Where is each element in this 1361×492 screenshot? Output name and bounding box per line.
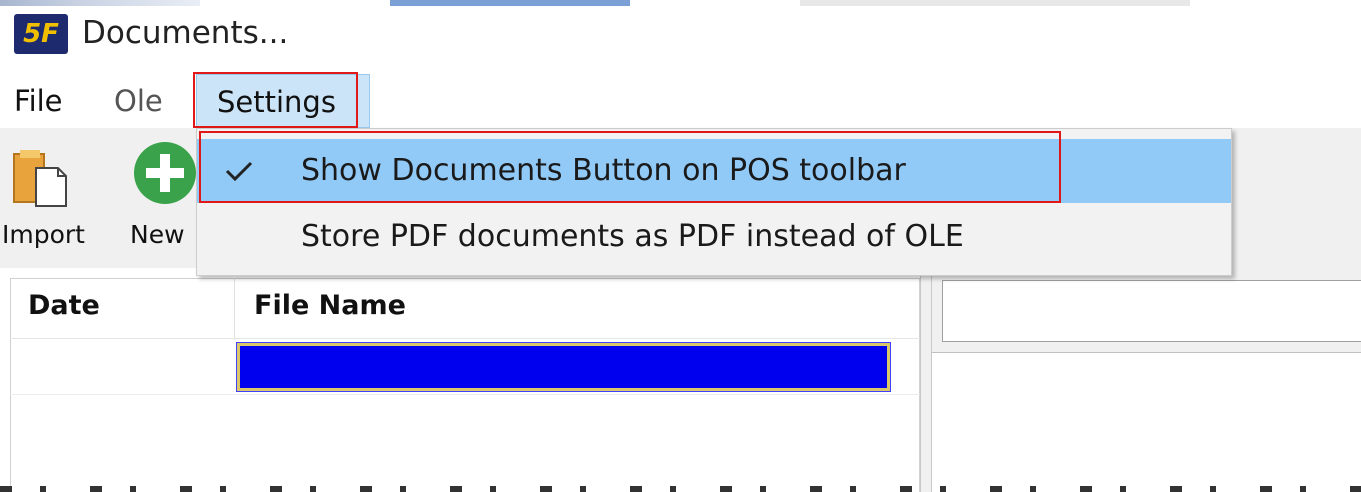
row-separator xyxy=(10,394,920,395)
selected-file-name-cell[interactable] xyxy=(236,342,891,392)
cropped-bottom-text xyxy=(0,486,1361,492)
column-divider xyxy=(234,278,235,340)
menu-item-store-pdf-as-pdf[interactable]: Store PDF documents as PDF instead of OL… xyxy=(197,205,1231,269)
window-title: Documents... xyxy=(82,15,289,51)
background-window-fragment xyxy=(800,0,1190,6)
background-window-fragment xyxy=(0,0,200,6)
header-separator xyxy=(10,338,920,339)
panel-splitter[interactable] xyxy=(920,268,932,492)
background-window-fragment xyxy=(390,0,630,6)
preview-content-area xyxy=(932,352,1361,492)
new-plus-icon[interactable] xyxy=(134,142,196,204)
menu-file[interactable]: File xyxy=(14,74,63,128)
import-icon[interactable] xyxy=(12,148,70,208)
preview-header-box xyxy=(942,280,1361,342)
column-header-file-name[interactable]: File Name xyxy=(254,290,406,321)
annotation-highlight-settings xyxy=(193,72,358,128)
column-header-date[interactable]: Date xyxy=(28,290,100,321)
menu-ole[interactable]: Ole xyxy=(114,74,163,128)
new-button-label[interactable]: New xyxy=(130,220,185,249)
menu-item-label: Store PDF documents as PDF instead of OL… xyxy=(301,219,964,254)
import-button-label[interactable]: Import xyxy=(2,220,85,249)
annotation-highlight-menu-item xyxy=(199,131,1061,203)
app-logo-icon: 5F xyxy=(14,14,68,54)
